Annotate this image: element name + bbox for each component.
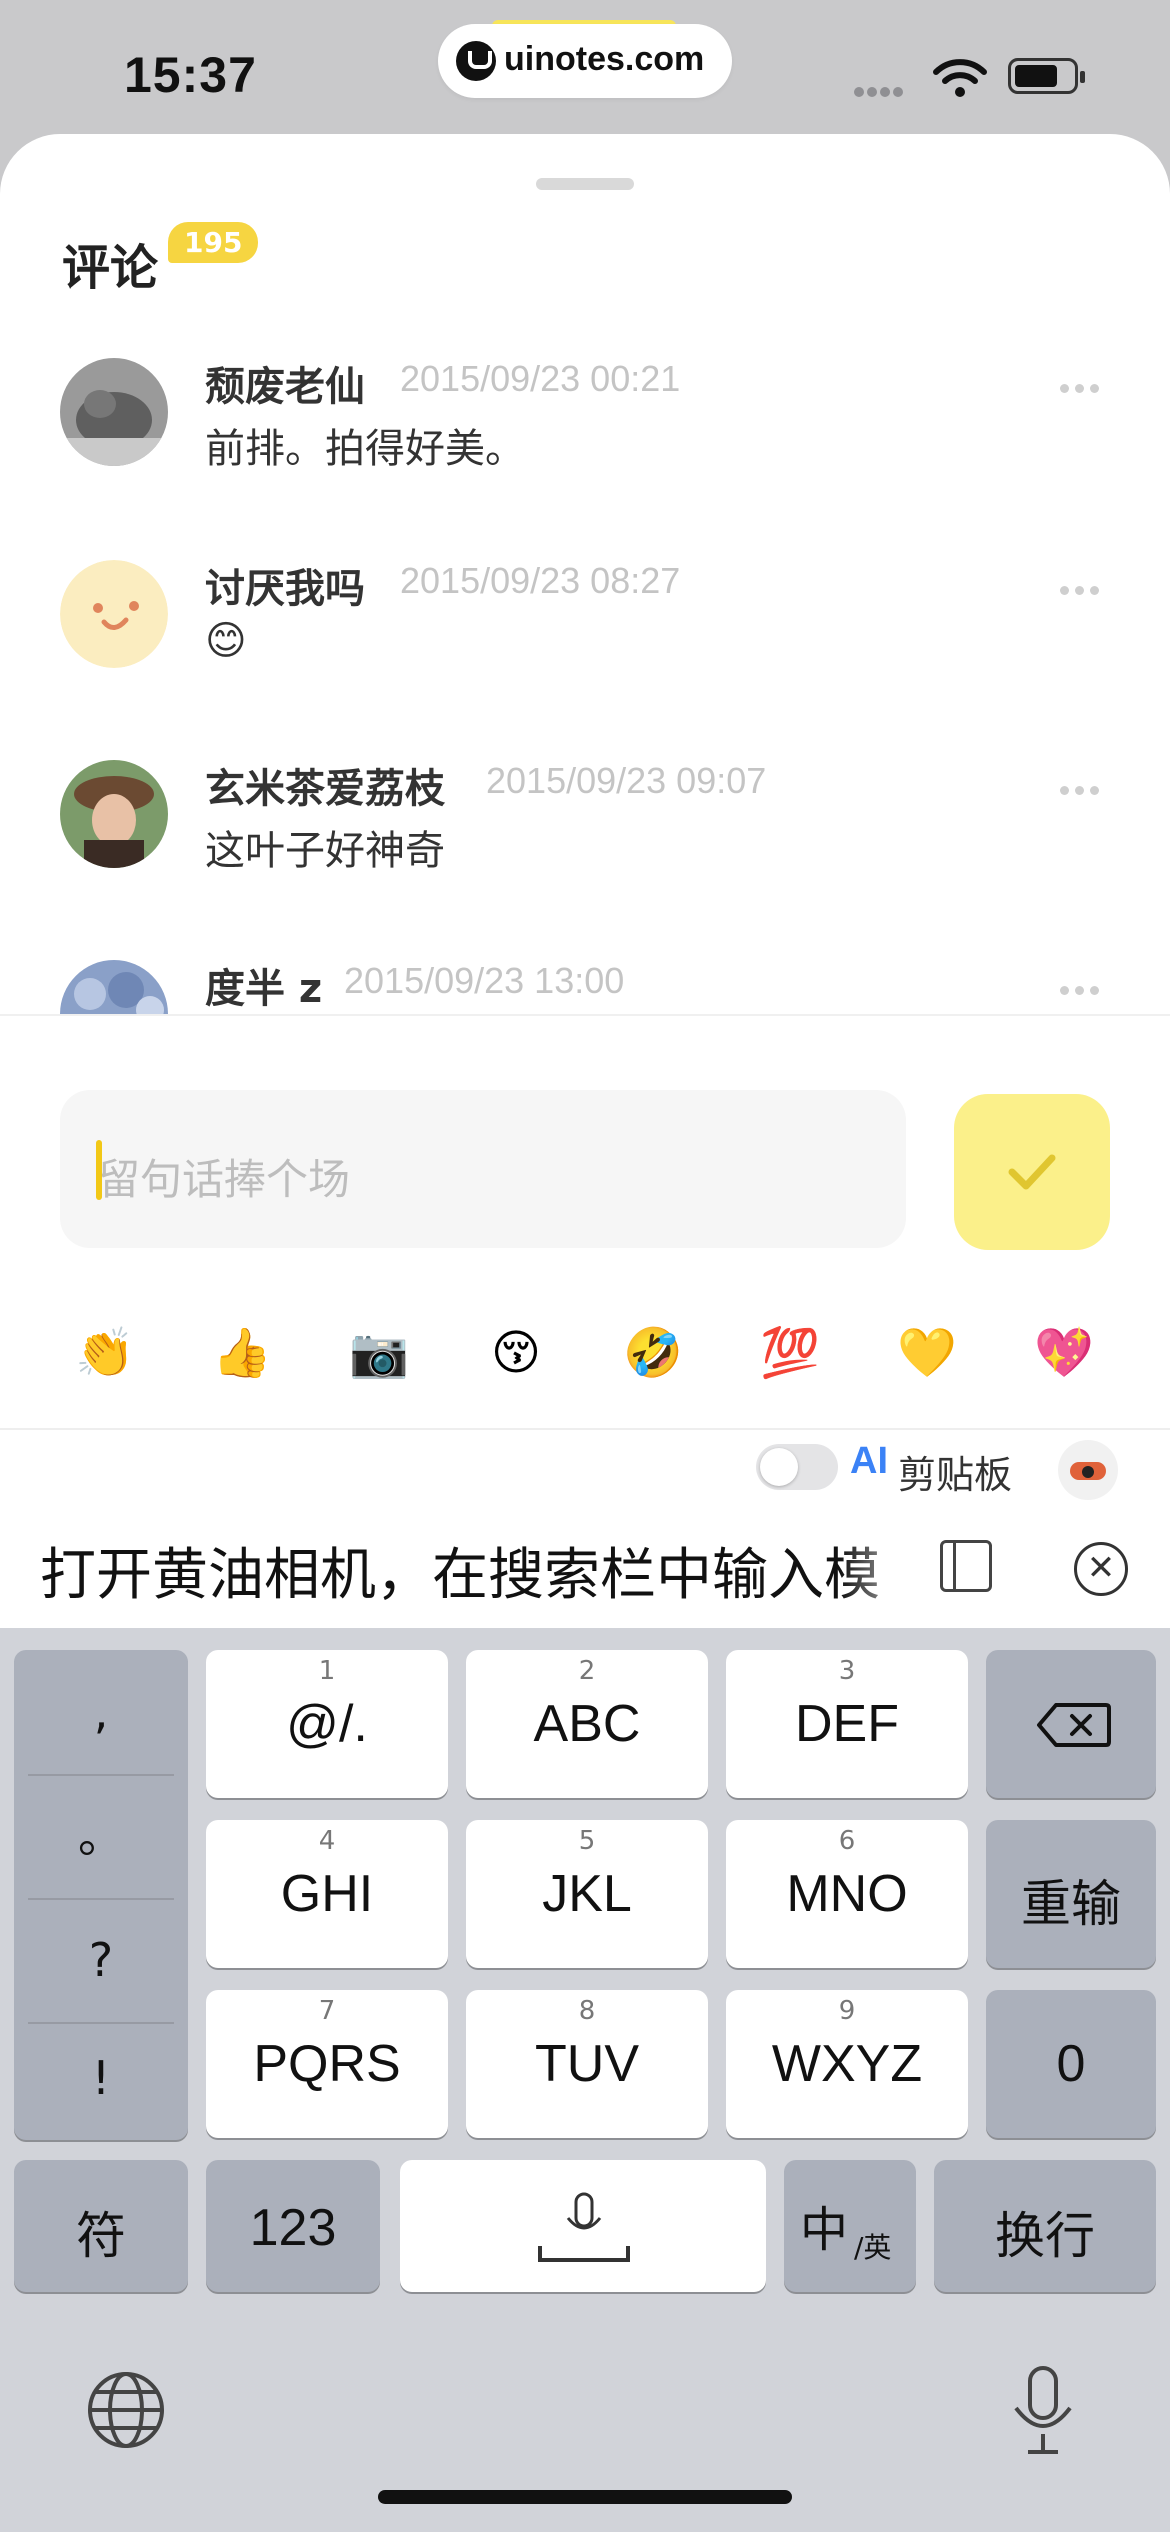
key-8[interactable]: 8 TUV: [466, 1990, 708, 2138]
key-5[interactable]: 5 JKL: [466, 1820, 708, 1968]
key-language-switch[interactable]: 中 /英: [784, 2160, 916, 2292]
sheet-grabber[interactable]: [536, 178, 634, 190]
comment-author[interactable]: 度半 z: [205, 960, 322, 1014]
comments-count-badge: 195: [168, 222, 259, 263]
home-indicator: [378, 2490, 792, 2504]
divider: [0, 1014, 1170, 1016]
comment-input-placeholder: 留句话捧个场: [98, 1155, 351, 1204]
comment-author[interactable]: 玄米茶爱荔枝: [205, 756, 445, 814]
comment-text: 这叶子好神奇: [205, 828, 445, 874]
comment-time: 2015/09/23 09:07: [486, 760, 767, 801]
globe-icon[interactable]: [86, 2370, 166, 2450]
backspace-icon: [1037, 1703, 1111, 1747]
comment-text: 😊: [205, 618, 247, 664]
more-icon[interactable]: [1060, 980, 1105, 999]
comments-title: 评论: [62, 240, 159, 296]
url-pill[interactable]: uinotes.com: [438, 24, 732, 98]
clipboard-suggestion-text[interactable]: 打开黄油相机，在搜索栏中输入模: [40, 1530, 920, 1611]
key-1[interactable]: 1 @/.: [206, 1650, 448, 1798]
key-delete[interactable]: [986, 1650, 1156, 1798]
comment-item[interactable]: 讨厌我吗 2015/09/23 08:27 😊: [0, 560, 1170, 730]
key-question[interactable]: ?: [14, 1898, 188, 2022]
clipboard-label[interactable]: 剪贴板: [898, 1444, 1012, 1499]
microphone-icon[interactable]: [1008, 2364, 1078, 2456]
keyboard-mascot-icon[interactable]: [1058, 1440, 1118, 1500]
emoji-100[interactable]: 💯: [755, 1318, 825, 1388]
send-button[interactable]: [954, 1094, 1110, 1250]
site-logo-icon: [456, 41, 496, 81]
more-icon[interactable]: [1060, 780, 1105, 799]
comment-item[interactable]: 度半 z 2015/09/23 13:00: [0, 960, 1170, 1014]
divider: [0, 1428, 1170, 1430]
close-circle-icon[interactable]: ✕: [1074, 1542, 1128, 1596]
key-period[interactable]: 。: [14, 1774, 188, 1898]
text-caret: [96, 1140, 102, 1200]
avatar[interactable]: [60, 358, 168, 466]
key-6[interactable]: 6 MNO: [726, 1820, 968, 1968]
emoji-rofl[interactable]: 🤣: [618, 1318, 688, 1388]
emoji-clap[interactable]: 👏: [70, 1318, 140, 1388]
comment-text: 前排。拍得好美。: [205, 426, 525, 472]
avatar[interactable]: [60, 560, 168, 668]
ai-label: AI: [850, 1440, 888, 1482]
key-4[interactable]: 4 GHI: [206, 1820, 448, 1968]
space-mic-icon: [538, 2192, 630, 2262]
more-icon[interactable]: [1060, 580, 1105, 599]
comment-item[interactable]: 颓废老仙 2015/09/23 00:21 前排。拍得好美。: [0, 358, 1170, 528]
emoji-yellow-heart[interactable]: 💛: [892, 1318, 962, 1388]
key-0[interactable]: 0: [986, 1990, 1156, 2138]
key-newline[interactable]: 换行: [934, 2160, 1156, 2292]
key-retype[interactable]: 重输: [986, 1820, 1156, 1968]
comment-item[interactable]: 玄米茶爱荔枝 2015/09/23 09:07 这叶子好神奇: [0, 760, 1170, 930]
key-symbols[interactable]: 符: [14, 2160, 188, 2292]
status-time: 15:37: [124, 47, 257, 103]
emoji-thumbsup[interactable]: 👍: [207, 1318, 277, 1388]
emoji-kiss[interactable]: 😚: [481, 1318, 551, 1388]
key-comma[interactable]: ,: [14, 1650, 188, 1774]
key-7[interactable]: 7 PQRS: [206, 1990, 448, 2138]
more-icon[interactable]: [1060, 378, 1105, 397]
comment-time: 2015/09/23 00:21: [400, 358, 681, 399]
wifi-icon: [932, 58, 988, 102]
checkmark-icon: [1008, 1154, 1056, 1190]
emoji-camera[interactable]: 📷: [344, 1318, 414, 1388]
key-numbers[interactable]: 123: [206, 2160, 380, 2292]
key-2[interactable]: 2 ABC: [466, 1650, 708, 1798]
cellular-signal-icon: [854, 82, 906, 101]
comment-time: 2015/09/23 08:27: [400, 560, 681, 601]
avatar[interactable]: [60, 960, 168, 1014]
punctuation-column: , 。 ? !: [14, 1650, 188, 2140]
key-exclamation[interactable]: !: [14, 2016, 188, 2140]
key-space[interactable]: [400, 2160, 766, 2292]
comment-author[interactable]: 颓废老仙: [205, 354, 365, 412]
key-3[interactable]: 3 DEF: [726, 1650, 968, 1798]
comment-author[interactable]: 讨厌我吗: [205, 556, 365, 614]
battery-icon: [1008, 58, 1085, 94]
suggestion-fade: [840, 1510, 930, 1628]
emoji-sparkling-heart[interactable]: 💖: [1029, 1318, 1099, 1388]
key-9[interactable]: 9 WXYZ: [726, 1990, 968, 2138]
expand-icon[interactable]: [940, 1540, 992, 1592]
ai-clipboard-toggle[interactable]: [756, 1444, 838, 1490]
url-text: uinotes.com: [504, 40, 705, 78]
avatar[interactable]: [60, 760, 168, 868]
comment-time: 2015/09/23 13:00: [344, 960, 625, 1001]
